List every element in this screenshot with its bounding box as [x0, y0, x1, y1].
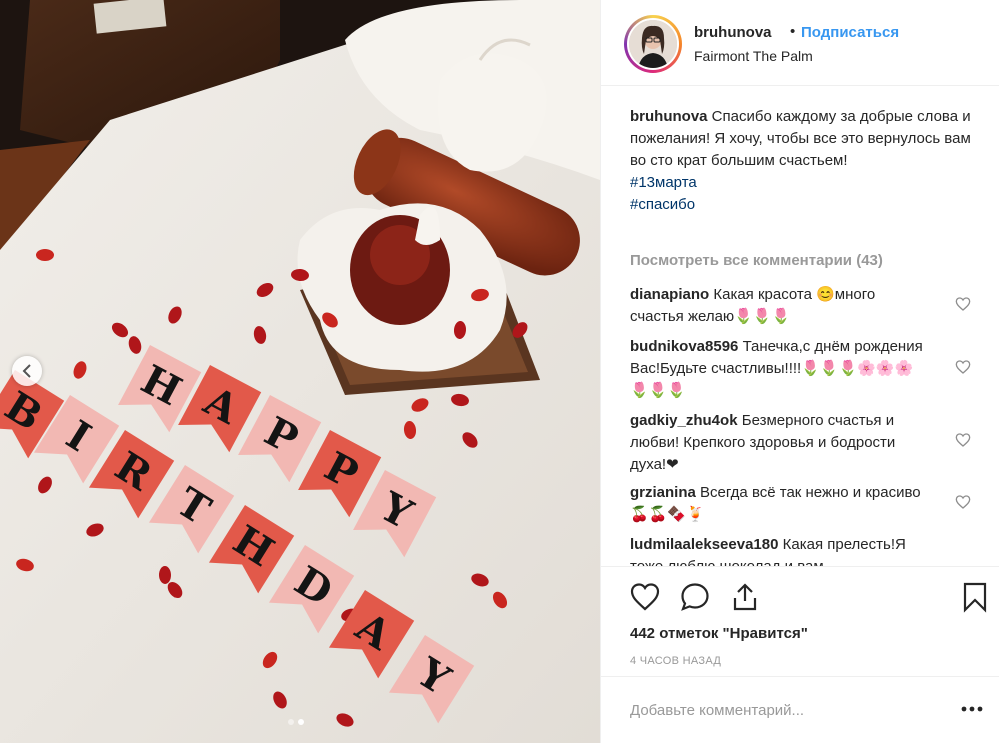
- comment-item: grzianina Всегда всё так нежно и красиво…: [630, 482, 930, 526]
- carousel-prev-button[interactable]: [12, 356, 42, 386]
- follow-button[interactable]: Подписаться: [801, 24, 899, 41]
- post-location[interactable]: Fairmont The Palm: [694, 48, 813, 64]
- rose-petal: [36, 249, 54, 261]
- comment-like-heart-icon[interactable]: [955, 432, 971, 448]
- view-all-comments-link[interactable]: Посмотреть все комментарии (43): [630, 252, 883, 269]
- carousel-dot: [288, 719, 294, 725]
- comment-item: budnikova8596 Танечка,с днём рождения Ва…: [630, 336, 930, 402]
- carousel-dot-active: [298, 719, 304, 725]
- post-side-panel: bruhunova • Подписаться Fairmont The Pal…: [600, 0, 999, 743]
- hashtag-link[interactable]: #13марта: [630, 172, 975, 194]
- comment-username[interactable]: ludmilaalekseeva180: [630, 536, 778, 553]
- comment-bubble-icon[interactable]: [679, 581, 711, 613]
- comment-item: dianapiano Какая красота 😊много счастья …: [630, 284, 930, 328]
- comments-section[interactable]: bruhunova Спасибо каждому за добрые слов…: [601, 86, 999, 566]
- add-comment-input[interactable]: [630, 697, 930, 723]
- avatar[interactable]: [624, 15, 682, 73]
- profile-photo: [629, 20, 677, 68]
- comment-username[interactable]: budnikova8596: [630, 338, 738, 355]
- add-comment-bar: [601, 676, 999, 743]
- post-header: bruhunova • Подписаться Fairmont The Pal…: [601, 0, 999, 86]
- comment-item: ludmilaalekseeva180 Какая прелесть!Я тож…: [630, 534, 930, 566]
- separator-dot: •: [790, 23, 796, 40]
- hashtag-link[interactable]: #спасибо: [630, 194, 975, 216]
- more-options-icon[interactable]: [959, 699, 985, 719]
- post-timestamp[interactable]: 4 ЧАСОВ НАЗАД: [630, 655, 721, 667]
- caption-username[interactable]: bruhunova: [630, 108, 708, 125]
- post-actions: 442 отметок "Нравится" 4 ЧАСОВ НАЗАД: [601, 566, 999, 667]
- likes-count[interactable]: 442 отметок "Нравится": [630, 625, 808, 642]
- comment-username[interactable]: grzianina: [630, 484, 696, 501]
- like-heart-icon[interactable]: [629, 581, 661, 613]
- bookmark-save-icon[interactable]: [959, 581, 991, 613]
- comment-like-heart-icon[interactable]: [955, 494, 971, 510]
- comment-like-heart-icon[interactable]: [955, 296, 971, 312]
- comment-like-heart-icon[interactable]: [955, 359, 971, 375]
- carousel-indicator: [288, 719, 304, 725]
- post-caption: bruhunova Спасибо каждому за добрые слов…: [630, 106, 975, 216]
- birthday-bed-image: H APPYB IRTHDAY: [0, 0, 600, 743]
- comment-username[interactable]: gadkiy_zhu4ok: [630, 412, 738, 429]
- post-photo[interactable]: HAPPYBIRTHDAY: [0, 0, 600, 743]
- comment-username[interactable]: dianapiano: [630, 286, 709, 303]
- chevron-left-icon: [22, 364, 31, 378]
- share-upload-icon[interactable]: [729, 581, 761, 613]
- post-author-username[interactable]: bruhunova: [694, 24, 772, 41]
- comment-item: gadkiy_zhu4ok Безмерного счастья и любви…: [630, 410, 930, 476]
